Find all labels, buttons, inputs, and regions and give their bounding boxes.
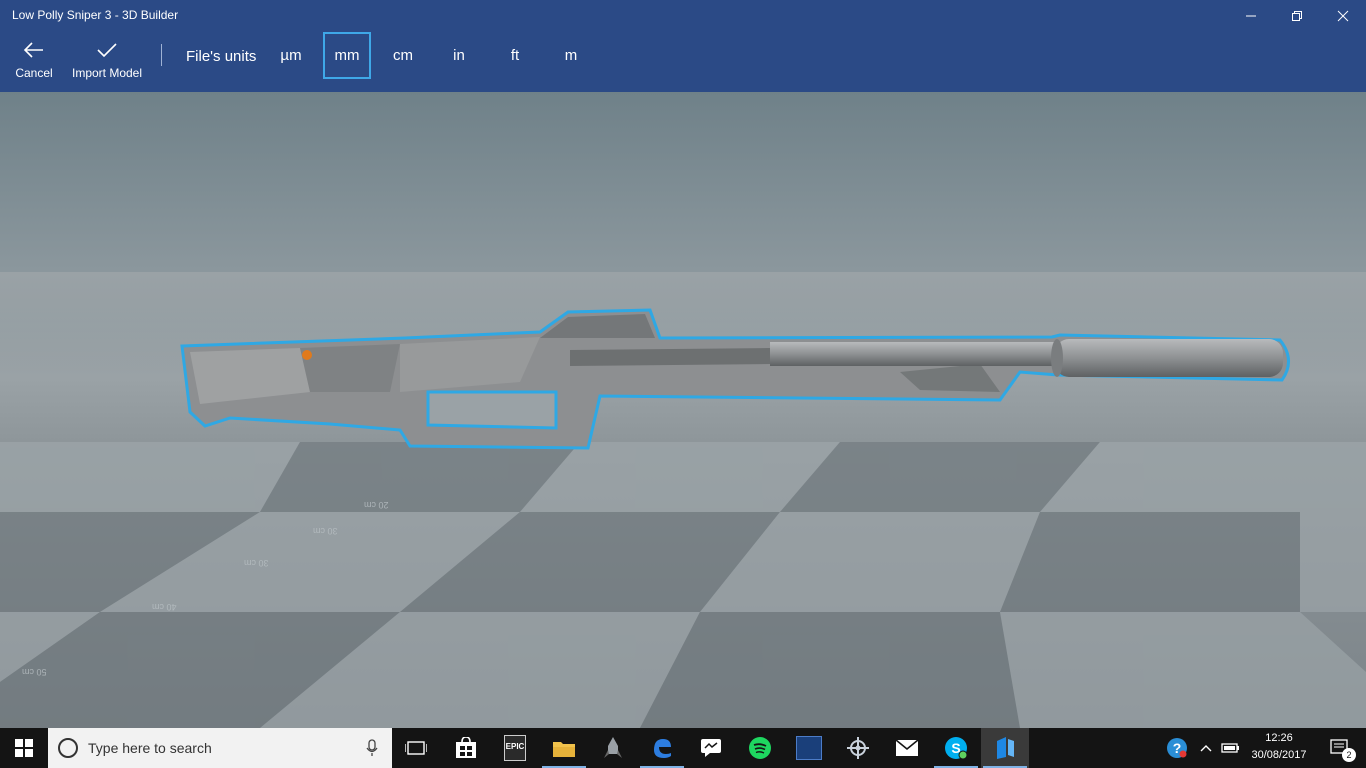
import-model-button[interactable]: Import Model — [66, 32, 148, 92]
cortana-icon — [58, 738, 78, 758]
file-units-label: File's units — [186, 48, 257, 65]
power-tray-button[interactable] — [1218, 728, 1244, 768]
unit-millimeter-button[interactable]: mm — [323, 32, 371, 79]
help-tray-button[interactable]: ? — [1162, 728, 1192, 768]
battery-icon — [1221, 743, 1239, 753]
back-arrow-icon — [23, 42, 43, 58]
battle-net-app[interactable] — [785, 728, 833, 768]
title-bar: Low Polly Sniper 3 - 3D Builder — [0, 0, 1366, 32]
cancel-button[interactable]: Cancel — [10, 32, 58, 92]
taskbar-search-box[interactable]: Type here to search — [48, 728, 392, 768]
floor-grid — [0, 442, 1366, 728]
unit-meter-button[interactable]: m — [550, 32, 592, 79]
import-model-label: Import Model — [71, 66, 143, 80]
3d-builder-app[interactable] — [981, 728, 1029, 768]
scene-canvas — [0, 272, 1366, 728]
toolbar-divider — [161, 44, 162, 66]
microphone-icon[interactable] — [366, 739, 378, 757]
3d-viewport[interactable]: 20 cm 30 cm 30 cm 40 cm 50 cm — [0, 92, 1366, 728]
unit-foot-button[interactable]: ft — [494, 32, 536, 79]
floor-measure-label: 30 cm — [244, 558, 269, 568]
epic-games-icon: EPIC — [504, 735, 526, 761]
spotify-app[interactable] — [736, 728, 784, 768]
messaging-app[interactable] — [687, 728, 735, 768]
restore-icon — [1292, 11, 1302, 21]
task-view-icon — [405, 741, 427, 755]
clock-time[interactable]: 12:26 — [1246, 732, 1312, 744]
notification-count-badge: 2 — [1342, 748, 1356, 762]
show-hidden-icons-button[interactable] — [1196, 728, 1216, 768]
unit-micrometer-button[interactable]: µm — [270, 32, 312, 79]
minimize-icon — [1246, 15, 1256, 17]
chat-icon — [701, 739, 721, 757]
floor-measure-label: 50 cm — [22, 667, 47, 677]
chevron-up-icon — [1200, 745, 1212, 752]
skype-icon: S — [945, 737, 968, 760]
rocket-icon — [604, 737, 622, 758]
mail-app[interactable] — [883, 728, 931, 768]
windows-logo-icon — [15, 739, 33, 757]
floor-measure-label: 20 cm — [364, 500, 389, 510]
help-icon: ? — [1167, 738, 1187, 758]
task-view-button[interactable] — [392, 728, 440, 768]
folder-icon — [553, 742, 575, 757]
rocket-game-app[interactable] — [589, 728, 637, 768]
floor-measure-label: 30 cm — [313, 526, 338, 536]
world-of-warships-app[interactable] — [834, 728, 882, 768]
start-button[interactable] — [0, 728, 48, 768]
edge-app[interactable] — [638, 728, 686, 768]
cancel-label: Cancel — [15, 66, 53, 80]
close-icon — [1337, 10, 1349, 22]
barrel — [770, 342, 1055, 366]
epic-games-app[interactable]: EPIC — [491, 728, 539, 768]
restore-button[interactable] — [1274, 0, 1320, 32]
action-center-button[interactable]: 2 — [1320, 728, 1360, 768]
battle-net-icon — [796, 736, 822, 760]
orange-marker-icon — [302, 350, 312, 360]
suppressor — [1055, 339, 1283, 377]
file-explorer-app[interactable] — [540, 728, 588, 768]
app-bar: Low Polly Sniper 3 - 3D Builder Cancel I… — [0, 0, 1366, 92]
import-toolbar: Cancel Import Model File's units µm mm c… — [0, 32, 1366, 92]
close-button[interactable] — [1320, 0, 1366, 32]
ship-wheel-icon — [847, 737, 869, 759]
floor-measure-label: 40 cm — [152, 602, 177, 612]
trigger-guard-outline — [426, 390, 558, 430]
clock-date[interactable]: 30/08/2017 — [1246, 749, 1312, 761]
edge-icon — [654, 739, 671, 758]
mail-icon — [895, 739, 919, 756]
skype-app[interactable]: S — [932, 728, 980, 768]
search-placeholder: Type here to search — [88, 740, 212, 756]
windows-taskbar: Type here to search EPIC S ? 12:26 30/08… — [0, 728, 1366, 768]
unit-inch-button[interactable]: in — [438, 32, 480, 79]
checkmark-icon — [97, 43, 117, 58]
minimize-button[interactable] — [1228, 0, 1274, 32]
store-app[interactable] — [442, 728, 490, 768]
3d-builder-icon — [997, 737, 1014, 759]
spotify-icon — [749, 737, 771, 759]
window-title: Low Polly Sniper 3 - 3D Builder — [12, 8, 179, 22]
unit-centimeter-button[interactable]: cm — [382, 32, 424, 79]
store-icon — [456, 737, 476, 758]
